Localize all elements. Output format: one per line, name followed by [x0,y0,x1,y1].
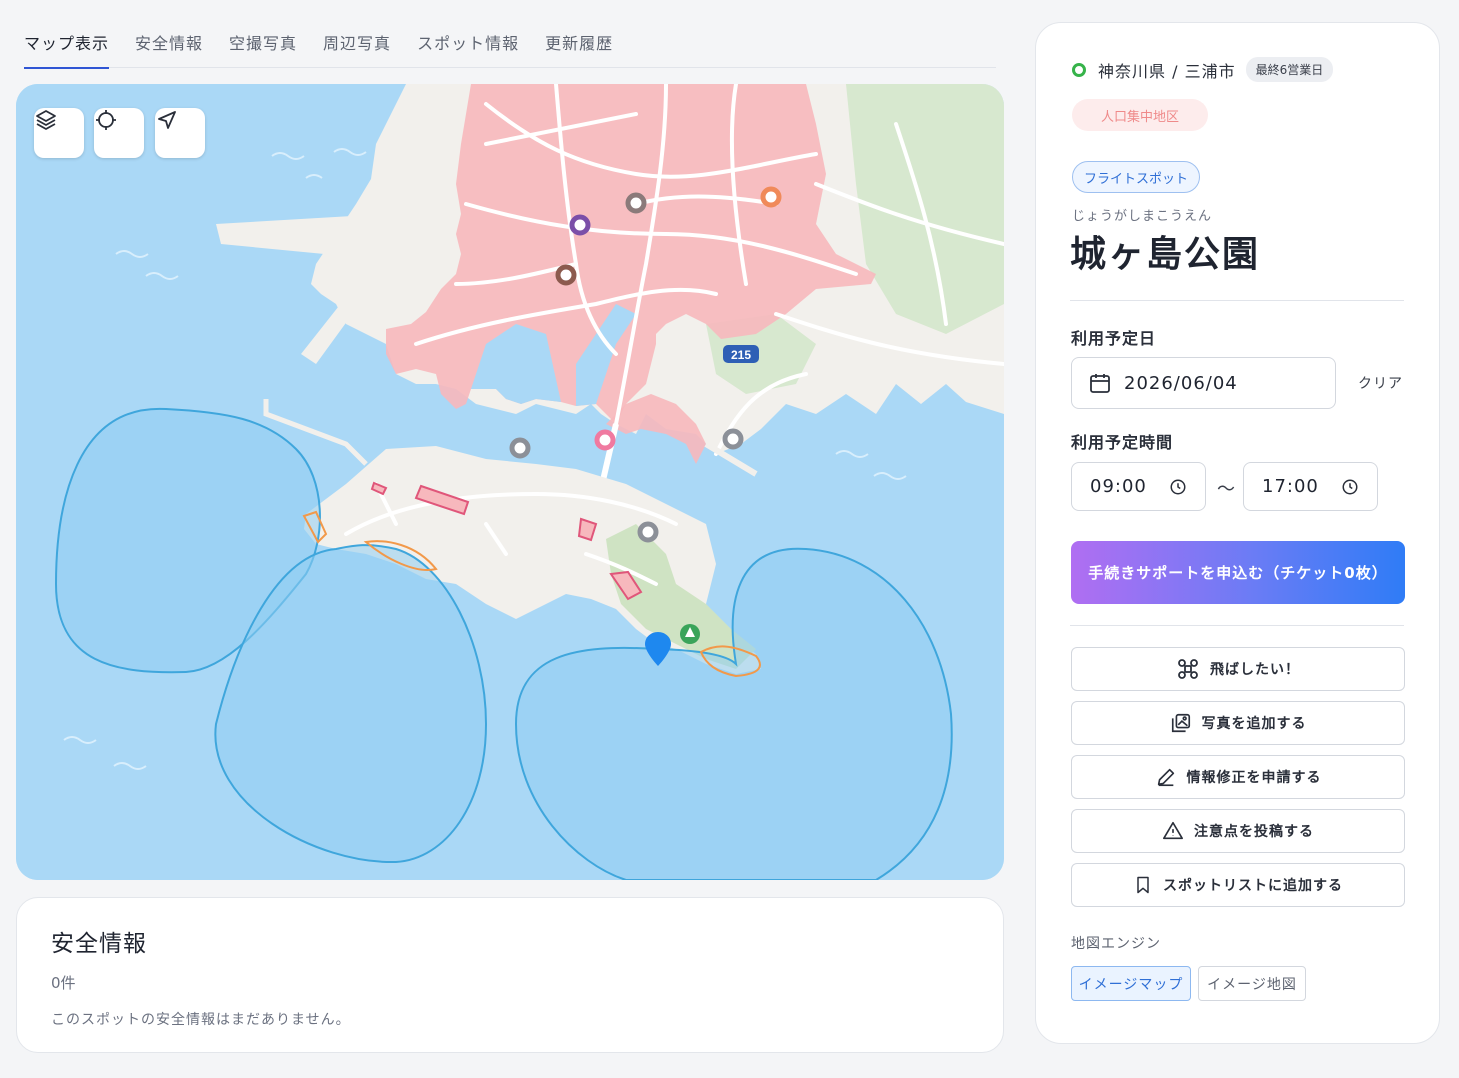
tab-history[interactable]: 更新履歴 [545,22,613,68]
deadline-badge: 最終6営業日 [1245,57,1334,82]
spot-detail-panel: 神奈川県 / 三浦市 最終6営業日 人口集中地区 フライトスポット じょうがしま… [1035,22,1440,1044]
calendar-icon [1090,374,1110,393]
map-canvas[interactable]: 215 [16,84,1004,880]
locate-button[interactable] [94,108,144,158]
tab-bar: マップ表示 安全情報 空撮写真 周辺写真 スポット情報 更新履歴 [24,22,996,69]
engine-option-image-chizu[interactable]: イメージ地図 [1198,966,1306,1001]
post-caution-button[interactable]: 注意点を投稿する [1071,809,1405,853]
action-label: 飛ばしたい！ [1210,662,1300,678]
tab-aerial-photos[interactable]: 空撮写真 [229,22,297,68]
divider [1070,300,1404,301]
safety-title: 安全情報 [51,931,147,957]
navigate-icon [158,111,176,129]
time-separator: 〜 [1217,479,1235,500]
apply-support-button[interactable]: 手続きサポートを申込む（チケット0枚） [1071,541,1405,604]
status-dot-icon [1072,62,1086,77]
navigate-button[interactable] [155,108,205,158]
layers-button[interactable] [34,108,84,158]
pencil-icon [1157,768,1174,787]
crosshair-icon [96,110,116,130]
divider [1070,625,1404,626]
time-label: 利用予定時間 [1071,433,1174,452]
category-badge: フライトスポット [1072,161,1200,193]
end-time-value: 17:00 [1262,476,1319,497]
date-value: 2026/06/04 [1124,372,1238,394]
action-label: 情報修正を申請する [1186,770,1322,786]
map-view[interactable]: 215 [16,84,1004,880]
drone-icon [1178,659,1198,679]
date-label: 利用予定日 [1071,329,1157,348]
action-label: スポットリストに追加する [1163,878,1343,894]
want-to-fly-button[interactable]: 飛ばしたい！ [1071,647,1405,691]
safety-empty-message: このスポットの安全情報はまだありません。 [51,1012,351,1028]
map-engine-label: 地図エンジン [1071,936,1161,952]
start-time-input[interactable]: 09:00 [1071,462,1206,511]
did-badge: 人口集中地区 [1072,99,1208,131]
bookmark-icon [1137,876,1149,894]
tab-spot-info[interactable]: スポット情報 [417,22,519,68]
end-time-input[interactable]: 17:00 [1243,462,1378,511]
warning-icon [1163,821,1183,840]
safety-count: 0件 [51,974,76,992]
route-shield: 215 [723,345,759,363]
tab-map[interactable]: マップ表示 [24,22,110,69]
spot-name: 城ヶ島公園 [1070,234,1261,275]
action-label: 注意点を投稿する [1194,824,1314,840]
clock-icon [1342,479,1358,494]
photo-add-icon [1171,713,1190,733]
clear-date-button[interactable]: クリア [1358,373,1403,393]
layers-icon [36,110,56,130]
location-text: 神奈川県 / 三浦市 [1098,61,1236,81]
date-input[interactable]: 2026/06/04 [1071,357,1336,409]
engine-option-image-map[interactable]: イメージマップ [1071,966,1191,1001]
safety-info-card: 安全情報 0件 このスポットの安全情報はまだありません。 [16,897,1004,1053]
svg-text:215: 215 [731,348,751,362]
action-label: 写真を追加する [1201,716,1307,732]
tab-safety[interactable]: 安全情報 [135,22,203,68]
clock-icon [1170,479,1186,494]
tab-nearby-photos[interactable]: 周辺写真 [323,22,391,68]
add-to-list-button[interactable]: スポットリストに追加する [1071,863,1405,907]
spot-furigana: じょうがしまこうえん [1072,209,1213,224]
add-photo-button[interactable]: 写真を追加する [1071,701,1405,745]
request-edit-button[interactable]: 情報修正を申請する [1071,755,1405,799]
location-row: 神奈川県 / 三浦市 最終6営業日 [1072,57,1334,82]
start-time-value: 09:00 [1090,476,1147,497]
